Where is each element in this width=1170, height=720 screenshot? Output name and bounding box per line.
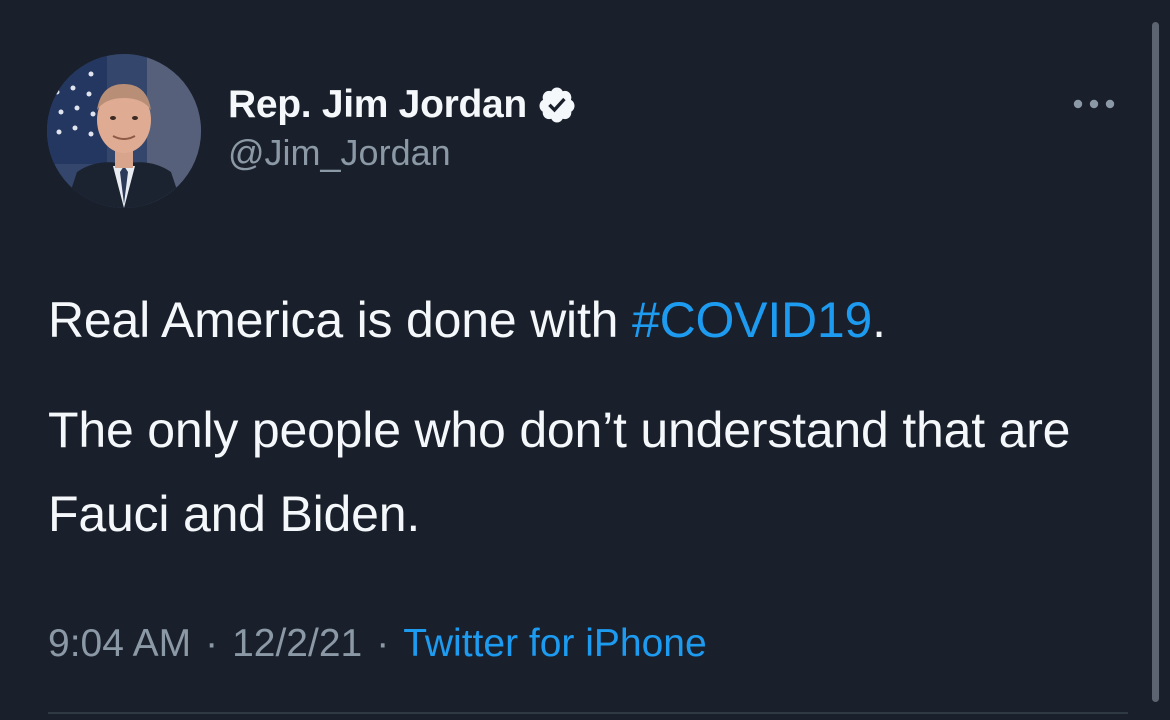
tweet-paragraph-2: The only people who don’t understand tha… [48,402,1071,542]
tweet-source-link[interactable]: Twitter for iPhone [403,622,706,666]
tweet-text-part: Real America is done with [48,292,632,348]
profile-avatar[interactable] [47,54,201,208]
avatar-photo-icon [47,54,201,208]
scrollbar[interactable] [1152,22,1159,702]
user-handle[interactable]: @Jim_Jordan [228,132,577,174]
tweet-text: Real America is done with #COVID19. The … [48,278,1128,556]
author-block[interactable]: Rep. Jim Jordan @Jim_Jordan [228,80,577,174]
meta-separator: · [205,622,219,665]
meta-separator: · [376,622,390,665]
tweet-metadata: 9:04 AM · 12/2/21 · Twitter for iPhone [48,622,707,666]
divider [48,712,1128,714]
display-name[interactable]: Rep. Jim Jordan [228,83,527,127]
tweet-time[interactable]: 9:04 AM [48,622,191,666]
verified-badge-icon [537,85,577,125]
tweet-paragraph-1: Real America is done with #COVID19. [48,278,1128,362]
tweet-date[interactable]: 12/2/21 [232,622,362,666]
hashtag-link[interactable]: #COVID19 [632,292,872,348]
tweet-text-end: . [872,292,886,348]
more-options-icon[interactable] [1070,96,1118,112]
name-row: Rep. Jim Jordan [228,80,577,130]
tweet-detail: Rep. Jim Jordan @Jim_Jordan Real America… [0,0,1170,720]
